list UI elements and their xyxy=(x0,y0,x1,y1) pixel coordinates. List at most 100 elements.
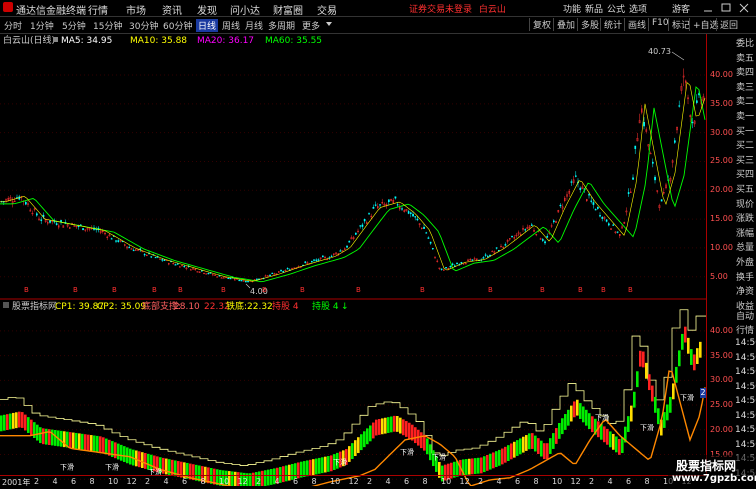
period-tab-multi[interactable]: 多周期 xyxy=(268,19,295,32)
quote-tab[interactable]: 卖四 xyxy=(736,65,756,78)
quote-tab[interactable]: 涨幅 xyxy=(736,226,756,239)
candle-body xyxy=(322,255,324,258)
buy-signal-markers: BBBBBBBBBBBBBBB xyxy=(24,286,633,294)
quote-tab[interactable]: 总量 xyxy=(736,240,756,253)
candle-body xyxy=(487,256,489,258)
menu-item-options[interactable]: 选项 xyxy=(629,2,647,15)
quote-tab[interactable]: 卖三 xyxy=(736,80,756,93)
ribbon-block xyxy=(321,457,324,474)
period-tab-daily[interactable]: 日线 xyxy=(196,19,219,32)
login-notice[interactable]: 证券交易未登录 白云山 xyxy=(409,2,506,15)
ribbon-block xyxy=(60,430,63,447)
candle-body xyxy=(524,229,527,231)
candlestick-chart[interactable]: 白云山(日线) MA5: 34.95 MA10: 35.88 MA20: 36.… xyxy=(0,34,706,489)
quote-tab[interactable]: 买一 xyxy=(736,124,756,137)
menu-item-discover[interactable]: 发现 xyxy=(197,2,217,17)
ribbon-block xyxy=(564,414,567,430)
ribbon-block xyxy=(588,413,591,430)
window-controls[interactable] xyxy=(700,3,752,13)
time-axis-tick: 8 xyxy=(200,477,206,486)
candle-body xyxy=(36,213,38,216)
menu-item-function[interactable]: 功能 xyxy=(563,2,581,15)
quote-tab[interactable]: 买二 xyxy=(736,138,756,151)
period-tab-weekly[interactable]: 周线 xyxy=(222,19,240,32)
ma20-label: MA20: 36.17 xyxy=(197,36,254,46)
iron-bottom-label: 铁底: xyxy=(226,300,247,312)
tick-time: 14:50 xyxy=(735,425,756,435)
ribbon-block xyxy=(366,428,369,445)
quote-tab[interactable]: 现价 xyxy=(736,197,756,210)
period-tab-timeshare[interactable]: 分时 xyxy=(4,19,22,32)
period-tab-monthly[interactable]: 月线 xyxy=(245,19,263,32)
ribbon-block xyxy=(78,433,81,450)
quote-tab[interactable]: 买四 xyxy=(736,167,756,180)
quote-bottom-tab[interactable]: 自动 xyxy=(736,309,756,322)
period-tab-1min[interactable]: 1分钟 xyxy=(30,19,54,32)
quote-tab[interactable]: 外盘 xyxy=(736,255,756,268)
ribbon-block xyxy=(18,411,21,428)
period-tab-more[interactable]: 更多 xyxy=(302,19,320,32)
time-axis-tick: 6 xyxy=(293,477,299,486)
overlay-button[interactable]: 叠加 xyxy=(553,18,575,31)
multi-stock-button[interactable]: 多股 xyxy=(577,18,599,31)
candle-body xyxy=(634,145,637,149)
ribbon-block xyxy=(306,460,309,477)
candle-body xyxy=(575,175,577,177)
ribbon-block xyxy=(576,399,579,416)
statistics-button[interactable]: 统计 xyxy=(600,18,622,31)
quote-tab[interactable]: 买三 xyxy=(736,153,756,166)
quote-tab[interactable]: 卖一 xyxy=(736,109,756,122)
period-tab-15min[interactable]: 15分钟 xyxy=(93,19,122,32)
candle-body xyxy=(465,263,467,265)
down-label: 下滑 xyxy=(105,462,119,471)
f10-button[interactable]: F10 xyxy=(648,18,669,31)
high-price-label: 40.73 xyxy=(648,47,671,56)
period-tab-5min[interactable]: 5分钟 xyxy=(62,19,86,32)
chart-area[interactable]: 白云山(日线) MA5: 34.95 MA10: 35.88 MA20: 36.… xyxy=(0,34,706,489)
quote-tab[interactable]: 买五 xyxy=(736,182,756,195)
ribbon-block xyxy=(399,417,402,434)
time-axis-tick: 2 xyxy=(478,477,484,486)
add-watchlist-button[interactable]: +自选 xyxy=(689,18,719,31)
candle-body xyxy=(432,248,434,250)
menu-item-news[interactable]: 资讯 xyxy=(162,2,182,17)
quote-tab[interactable]: 净资 xyxy=(736,284,756,297)
window-controls-icon[interactable] xyxy=(700,3,752,13)
ribbon-block xyxy=(387,417,390,433)
buy-signal-icon: B xyxy=(420,286,425,294)
back-button[interactable]: 返回 xyxy=(716,18,738,31)
stock-period-label: 白云山(日线) xyxy=(3,34,55,46)
chevron-down-icon[interactable] xyxy=(326,22,332,26)
tick-time: 14:50 xyxy=(735,381,756,392)
quote-tab[interactable]: 换手 xyxy=(736,270,756,283)
menu-item-quotes[interactable]: 行情 xyxy=(88,2,108,17)
candle-body xyxy=(150,256,153,258)
tick-time: 14:50 xyxy=(735,352,756,363)
candle-body xyxy=(330,255,333,257)
menu-item-ask[interactable]: 问小达 xyxy=(230,2,260,17)
quote-tab[interactable]: 委比 xyxy=(736,36,756,49)
mark-button[interactable]: 标记 xyxy=(668,18,690,31)
menu-item-formula[interactable]: 公式 xyxy=(607,2,625,15)
candle-body xyxy=(363,219,366,222)
quote-bottom-tab[interactable]: 行情 xyxy=(736,323,756,336)
menu-item-trade[interactable]: 交易 xyxy=(317,2,337,17)
menu-item-wealth[interactable]: 财富圈 xyxy=(273,2,303,17)
quote-tab[interactable]: 涨跌 xyxy=(736,211,756,224)
ribbon-block xyxy=(102,437,105,454)
quote-tab[interactable]: 卖二 xyxy=(736,94,756,107)
period-tab-30min[interactable]: 30分钟 xyxy=(129,19,158,32)
ribbon-block xyxy=(684,326,687,343)
restore-rights-button[interactable]: 复权 xyxy=(529,18,551,31)
time-axis-tick: 4 xyxy=(607,477,613,486)
draw-line-button[interactable]: 画线 xyxy=(624,18,646,31)
period-tab-60min[interactable]: 60分钟 xyxy=(163,19,192,32)
tick-time: 14:50 xyxy=(735,367,756,377)
menu-item-market[interactable]: 市场 xyxy=(126,2,146,17)
candle-body xyxy=(588,194,590,196)
menu-item-new[interactable]: 新品 xyxy=(585,2,603,15)
candle-body xyxy=(374,204,377,206)
quote-tab[interactable]: 卖五 xyxy=(736,51,756,64)
user-guest[interactable]: 游客 xyxy=(672,2,690,15)
buy-signal-icon: B xyxy=(601,286,606,294)
